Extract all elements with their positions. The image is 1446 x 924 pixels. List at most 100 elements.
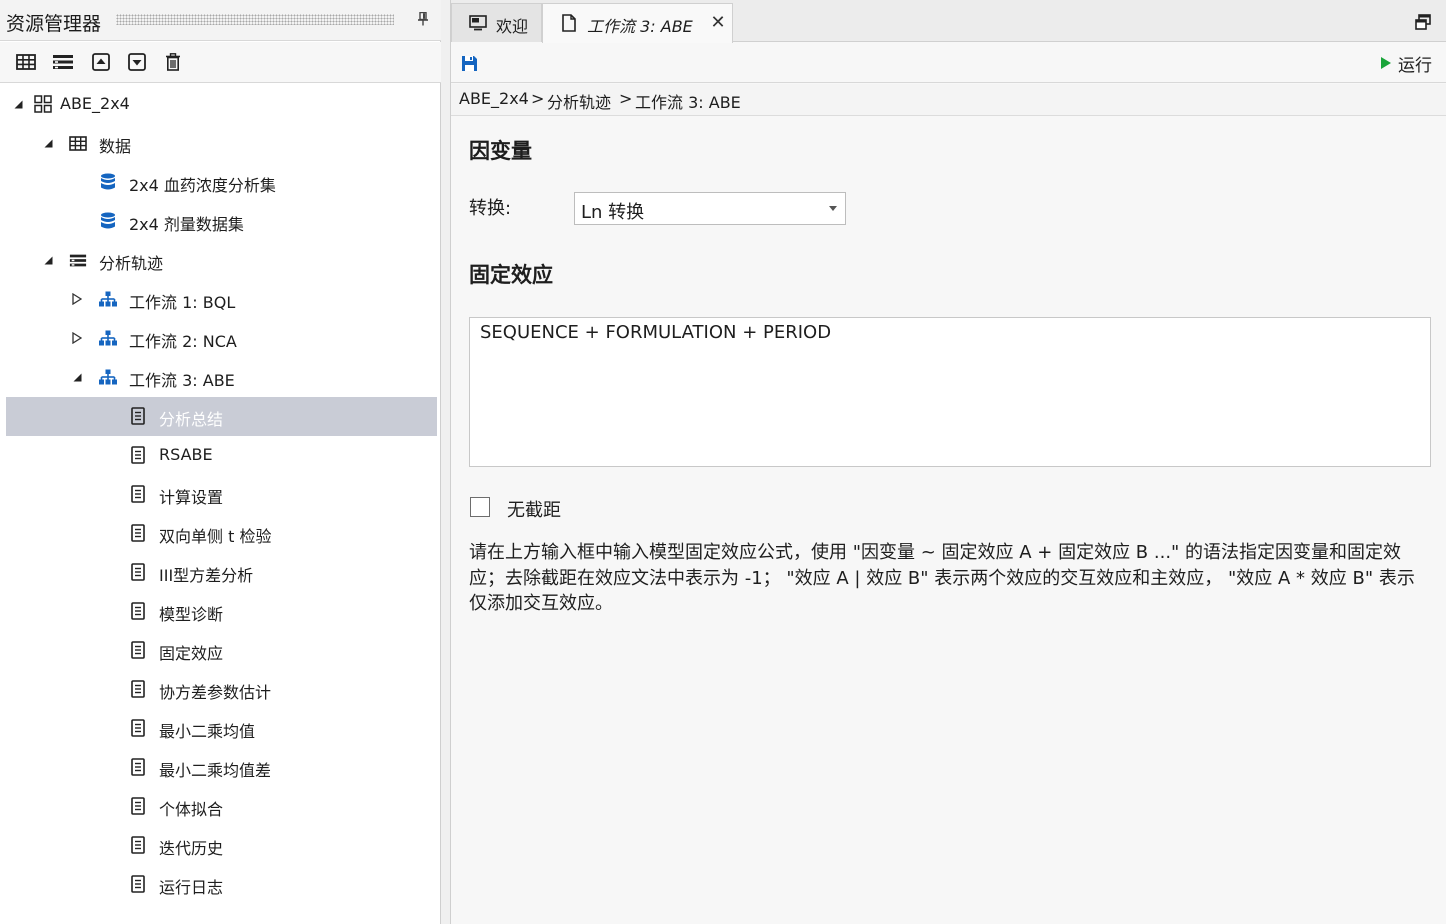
tree-item-label: 分析总结 [159,410,224,429]
workflow-icon [99,290,117,308]
delete-button[interactable] [161,51,185,73]
no-intercept-label: 无截距 [507,500,561,521]
document-icon [129,485,147,503]
project-tree: ABE_2x4 数据 2x4 血药浓度分析集 2x4 剂量数据集分析轨迹工作流 1: … [0,84,440,924]
expanded-arrow-icon[interactable] [12,98,24,110]
tree-item[interactable]: 最小二乘均值 [6,709,437,748]
document-icon [129,875,147,893]
expanded-arrow-icon[interactable] [42,254,54,266]
tab-workflow-label: 工作流 3: ABE [587,17,693,36]
formula-text: SEQUENCE + FORMULATION + PERIOD [480,322,832,343]
file-icon [560,14,578,32]
stack-icon [69,251,87,269]
document-icon [129,797,147,815]
document-toolbar: 运行 [451,43,1446,83]
tab-welcome-label: 欢迎 [496,17,529,36]
tree-item-label: 工作流 3: ABE [129,371,235,390]
document-icon [129,641,147,659]
tree-item[interactable]: 分析总结 [6,397,437,436]
tree-item-label: 最小二乘均值差 [159,761,272,780]
collapsed-arrow-icon[interactable] [71,293,83,305]
expanded-arrow-icon[interactable] [71,371,83,383]
breadcrumb-item[interactable]: 工作流 3: ABE [635,89,741,113]
tree-item-label: RSABE [159,445,213,464]
tree-item[interactable]: 固定效应 [6,631,437,670]
tree-item[interactable]: 协方差参数估计 [6,670,437,709]
breadcrumb-item[interactable]: ABE_2x4 [459,89,529,108]
pin-icon [418,12,428,26]
tab-bar: 欢迎 工作流 3: ABE ✕ [451,0,1446,43]
chevron-down-icon [829,206,837,211]
tree-item[interactable]: 迭代历史 [6,826,437,865]
tree-item[interactable]: 最小二乘均值差 [6,748,437,787]
tree-item-label: 工作流 2: NCA [129,332,237,351]
panel-drag-grip[interactable] [116,14,394,25]
breadcrumb-separator: > [619,89,633,108]
play-icon [1381,57,1391,69]
transform-label: 转换: [469,198,512,219]
tree-item[interactable]: 运行日志 [6,865,437,904]
tree-item-label: 运行日志 [159,878,224,897]
breadcrumb-item[interactable]: 分析轨迹 [547,89,611,113]
run-label: 运行 [1398,55,1432,76]
tree-item[interactable]: 2x4 剂量数据集 [6,202,437,241]
project-icon [34,95,52,113]
tree-item[interactable]: 数据 [6,124,437,163]
document-icon [129,602,147,620]
database-icon [99,212,117,230]
tree-item[interactable]: 模型诊断 [6,592,437,631]
pin-button[interactable] [412,8,434,30]
tab-welcome[interactable]: 欢迎 [451,3,542,42]
tree-item-label: 协方差参数估计 [159,683,272,702]
list-view-button[interactable] [51,51,75,73]
tree-item[interactable]: RSABE [6,436,437,475]
run-button[interactable]: 运行 [1381,52,1432,76]
fixed-effects-formula-input[interactable]: SEQUENCE + FORMULATION + PERIOD [469,317,1431,467]
restore-window-button[interactable] [1413,12,1433,32]
collapsed-arrow-icon[interactable] [71,332,83,344]
tree-item-label: III型方差分析 [159,566,254,585]
document-icon [129,407,147,425]
grid-view-button[interactable] [14,51,38,73]
document-icon [129,563,147,581]
tree-item[interactable]: ABE_2x4 [6,85,437,124]
workflow-icon [99,368,117,386]
tree-item[interactable]: 工作流 1: BQL [6,280,437,319]
trash-icon [166,53,180,71]
tree-item-label: 计算设置 [159,488,224,507]
editor-panel: 欢迎 工作流 3: ABE ✕ 运行 ABE_2x4 > 分析轨迹 > 工作流 … [450,0,1446,924]
dependent-variable-heading: 因变量 [469,139,532,163]
tree-item[interactable]: 工作流 3: ABE [6,358,437,397]
transform-dropdown[interactable]: Ln 转换 [574,192,846,225]
document-icon [129,758,147,776]
tree-item-label: 迭代历史 [159,839,224,858]
tree-item-label: 2x4 血药浓度分析集 [129,176,276,195]
save-icon [461,55,477,71]
tab-workflow-3[interactable]: 工作流 3: ABE ✕ [542,3,733,43]
monitor-icon [469,15,487,31]
tree-item[interactable]: 分析轨迹 [6,241,437,280]
move-up-button[interactable] [89,51,113,73]
no-intercept-checkbox[interactable] [470,497,490,517]
tree-item[interactable]: 计算设置 [6,475,437,514]
explorer-panel: 资源管理器 ABE_2x4 数据 2x4 血药浓度分析集 2x4 剂量数据集 分… [0,0,441,924]
tree-item[interactable]: 2x4 血药浓度分析集 [6,163,437,202]
tree-item[interactable]: 工作流 2: NCA [6,319,437,358]
move-down-button[interactable] [125,51,149,73]
tree-item-label: 分析轨迹 [99,254,164,273]
tree-item-label: 工作流 1: BQL [129,293,236,312]
explorer-toolbar [0,42,441,83]
breadcrumb: ABE_2x4 > 分析轨迹 > 工作流 3: ABE [451,84,1446,116]
tree-item[interactable]: 个体拟合 [6,787,437,826]
document-icon [129,680,147,698]
save-button[interactable] [459,53,479,73]
tree-item[interactable]: 双向单侧 t 检验 [6,514,437,553]
list-icon [53,55,73,69]
expanded-arrow-icon[interactable] [42,137,54,149]
table-icon [69,134,87,152]
tree-item[interactable]: III型方差分析 [6,553,437,592]
model-settings-form: 因变量 转换: Ln 转换 固定效应 SEQUENCE + FORMULATIO… [451,117,1446,924]
document-icon [129,719,147,737]
close-tab-button[interactable]: ✕ [710,14,726,32]
formula-help-text: 请在上方输入框中输入模型固定效应公式，使用 "因变量 ~ 固定效应 A + 固定… [469,542,1415,614]
